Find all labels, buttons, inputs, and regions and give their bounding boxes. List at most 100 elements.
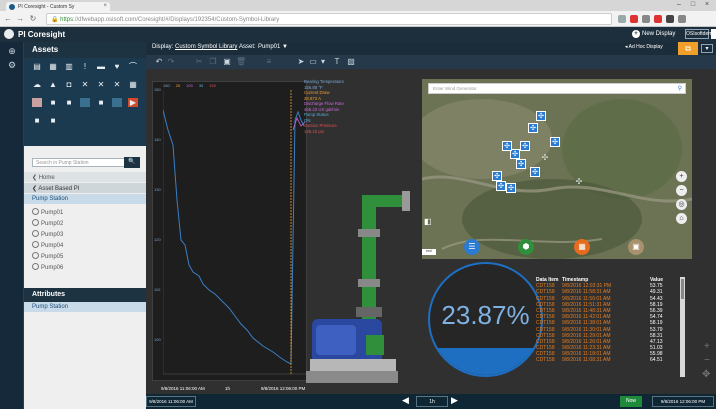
phone-symbol-icon[interactable]: ◘ bbox=[64, 80, 74, 89]
window-close-button[interactable]: × bbox=[700, 1, 714, 10]
wind-turbine-icon[interactable]: ✣ bbox=[520, 141, 530, 151]
reload-icon[interactable]: ↻ bbox=[28, 14, 38, 24]
url-input[interactable]: 🔒 https://dfwebapp.osisoft.com/Coresight… bbox=[46, 13, 612, 25]
layers-icon[interactable]: ⬢ bbox=[518, 239, 534, 255]
basemap-icon[interactable]: ▣ bbox=[628, 239, 644, 255]
pointer-icon[interactable]: ➤ bbox=[296, 57, 306, 67]
wind-turbine-icon[interactable]: ✣ bbox=[550, 137, 560, 147]
tree-asset-based[interactable]: ❮ Asset Based PI bbox=[24, 183, 146, 193]
symbols-nav-icon[interactable]: ⚙ bbox=[6, 60, 18, 70]
adhoc-display-button[interactable]: ◂ Ad Hoc Display bbox=[625, 44, 663, 50]
tree-pump-item[interactable]: Pump04 bbox=[24, 239, 146, 250]
tree-home[interactable]: ❮ Home bbox=[24, 172, 146, 182]
wind-turbine-offline-icon[interactable]: ✣ bbox=[540, 153, 550, 163]
extension-icon[interactable] bbox=[630, 15, 638, 23]
extension-icon[interactable] bbox=[618, 15, 626, 23]
trend-symbol[interactable]: 150 25 100 35 150 150 140 130 120 110 100 9/… bbox=[152, 81, 307, 391]
chart-symbol-icon[interactable] bbox=[112, 98, 122, 107]
home-map-icon[interactable]: ⌂ bbox=[676, 213, 687, 224]
align-icon[interactable]: ≡ bbox=[264, 57, 274, 67]
table-row[interactable]: CDT158 9/8/2016 11:08:31 AM 64.51 bbox=[536, 357, 688, 363]
image-tool-icon[interactable]: ▨ bbox=[346, 57, 356, 67]
asset-select[interactable]: Pump01 ▼ bbox=[258, 44, 288, 50]
tab-close-icon[interactable]: × bbox=[103, 3, 107, 9]
zoom-in-icon[interactable]: + bbox=[676, 171, 687, 182]
now-button[interactable]: Now bbox=[620, 396, 642, 407]
time-back-icon[interactable]: ◀ bbox=[402, 395, 409, 406]
wind-turbine-icon[interactable]: ✣ bbox=[528, 123, 538, 133]
map-symbol-icon[interactable] bbox=[80, 98, 90, 107]
locate-icon[interactable]: ◎ bbox=[676, 199, 687, 210]
bar-symbol-icon[interactable]: ▬ bbox=[96, 62, 106, 71]
time-forward-icon[interactable]: ▶ bbox=[451, 395, 458, 406]
xy-symbol-icon[interactable]: ▥ bbox=[64, 62, 74, 71]
undo-icon[interactable]: ↶ bbox=[154, 57, 164, 67]
wind-turbine-icon[interactable]: ✣ bbox=[506, 183, 516, 193]
tree-pump-item[interactable]: Pump03 bbox=[24, 228, 146, 239]
attributes-item[interactable]: Pump Station bbox=[24, 302, 146, 312]
browser-tab[interactable]: PI Coresight - Custom Sy × bbox=[6, 2, 110, 11]
tree-pump-item[interactable]: Pump06 bbox=[24, 261, 146, 272]
wind-turbine-icon[interactable]: ✣ bbox=[536, 111, 546, 121]
shape-tool-icon[interactable]: ▭ bbox=[308, 57, 318, 67]
tree-pump-item[interactable]: Pump01 bbox=[24, 206, 146, 217]
box-symbol-icon[interactable]: ■ bbox=[96, 98, 106, 107]
copy-icon[interactable]: ❐ bbox=[208, 57, 218, 67]
assets-nav-icon[interactable]: ⊕ bbox=[6, 46, 18, 56]
wind-turbine-icon[interactable]: ✣ bbox=[530, 167, 540, 177]
tree-pump-station[interactable]: Pump Station bbox=[24, 194, 146, 204]
shape-dropdown-icon[interactable]: ▾ bbox=[318, 57, 328, 67]
new-display-button[interactable]: + New Display bbox=[632, 30, 675, 38]
search-icon[interactable]: 🔍 bbox=[124, 157, 140, 168]
data-table[interactable]: Data Item Timestamp Value CDT158 9/8/2016… bbox=[536, 277, 688, 377]
wind-turbine-icon[interactable]: ✣ bbox=[516, 159, 526, 169]
text-tool-icon[interactable]: T bbox=[332, 57, 342, 67]
forward-arrow-icon[interactable]: → bbox=[15, 14, 25, 24]
screen-symbol-icon[interactable]: ■ bbox=[64, 98, 74, 107]
grid-view-icon[interactable]: ▦ bbox=[574, 239, 590, 255]
scrollbar-thumb[interactable] bbox=[681, 279, 684, 299]
map-search-input[interactable]: Enter Wind Generator ⚲ bbox=[428, 83, 686, 94]
canvas-fit-icon[interactable]: ✥ bbox=[702, 369, 710, 380]
image-symbol-icon[interactable] bbox=[32, 98, 42, 107]
geo-map[interactable]: Enter Wind Generator ⚲ ✣ ✣ ✣ ✣ ✣ ✣ ✣ ✣ ✣ … bbox=[422, 79, 692, 259]
zoom-out-icon[interactable]: − bbox=[676, 185, 687, 196]
extension-icon[interactable] bbox=[642, 15, 650, 23]
panel-symbol-icon[interactable]: ■ bbox=[48, 98, 58, 107]
menu-icon[interactable] bbox=[678, 15, 686, 23]
extension-icon[interactable] bbox=[666, 15, 674, 23]
back-arrow-icon[interactable]: ← bbox=[3, 14, 13, 24]
tile-symbol-icon[interactable]: ■ bbox=[48, 116, 58, 125]
tree-pump-item[interactable]: Pump05 bbox=[24, 250, 146, 261]
delete-icon[interactable]: 🗑 bbox=[236, 57, 246, 67]
extension-icon[interactable] bbox=[654, 15, 662, 23]
display-name-link[interactable]: Custom Symbol Library bbox=[175, 44, 237, 50]
duration-input[interactable]: 1h bbox=[416, 396, 448, 407]
arc-symbol-icon[interactable]: ⌒ bbox=[128, 62, 138, 71]
cut-icon[interactable]: ✂ bbox=[194, 57, 204, 67]
more-menu-button[interactable]: ▾ bbox=[701, 44, 713, 53]
start-time-input[interactable]: 9/8/2016 11:06:00 AM bbox=[146, 396, 196, 407]
user-button[interactable]: OSIsoftdemo bbox=[685, 29, 715, 39]
canvas-zoom-out-icon[interactable]: − bbox=[704, 355, 710, 366]
table-symbol-icon[interactable]: ▦ bbox=[48, 62, 58, 71]
redo-icon[interactable]: ↷ bbox=[166, 57, 176, 67]
tile-symbol-icon[interactable]: ■ bbox=[32, 116, 42, 125]
window-maximize-button[interactable]: □ bbox=[686, 1, 700, 10]
gauge-symbol-icon[interactable]: ! bbox=[80, 62, 90, 71]
wind-turbine-icon[interactable]: ✣ bbox=[496, 181, 506, 191]
wind-turbine-icon[interactable]: ✣ bbox=[502, 141, 512, 151]
grid-symbol-icon[interactable]: ▦ bbox=[128, 80, 138, 89]
table-scrollbar[interactable] bbox=[680, 277, 685, 377]
end-time-input[interactable]: 9/8/2016 12:06:00 PM bbox=[652, 396, 714, 407]
list-view-icon[interactable]: ☰ bbox=[464, 239, 480, 255]
wind-turbine-offline-icon[interactable]: ✣ bbox=[574, 177, 584, 187]
save-icon[interactable]: ▣ bbox=[222, 57, 232, 67]
trend-symbol-icon[interactable]: ▤ bbox=[32, 62, 42, 71]
share-icon[interactable]: ⧉ bbox=[678, 42, 698, 55]
tool-symbol-icon[interactable]: ✕ bbox=[80, 80, 90, 89]
tree-pump-item[interactable]: Pump02 bbox=[24, 217, 146, 228]
map-layer-icon[interactable]: ◧ bbox=[424, 217, 434, 227]
fan-symbol-icon[interactable]: ✕ bbox=[112, 80, 122, 89]
truck-symbol-icon[interactable]: ▲ bbox=[48, 80, 58, 89]
